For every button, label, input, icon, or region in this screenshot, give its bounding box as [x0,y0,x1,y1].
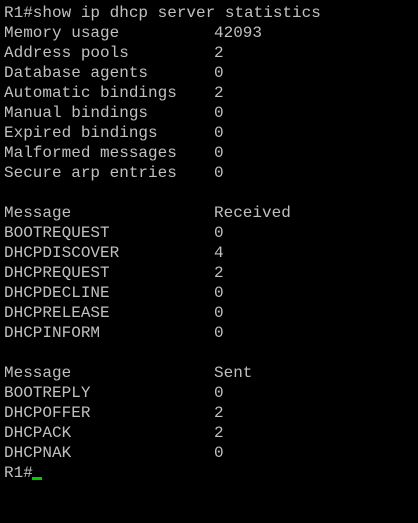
message-column-header: Message [4,364,72,382]
message-count: 0 [214,384,224,402]
received-row: DHCPRELEASE 0 [4,303,418,323]
message-count: 2 [214,404,224,422]
message-count: 4 [214,244,224,262]
prompt-text: R1# [4,464,33,482]
stat-label: Expired bindings [4,124,158,142]
stat-value: 0 [214,164,224,182]
message-count: 2 [214,264,224,282]
message-type: DHCPREQUEST [4,264,110,282]
received-header-row: Message Received [4,203,418,223]
stat-value: 0 [214,144,224,162]
stat-value: 0 [214,104,224,122]
message-type: DHCPOFFER [4,404,91,422]
stat-row: Manual bindings 0 [4,103,418,123]
stat-value: 42093 [214,24,263,42]
message-type: DHCPINFORM [4,324,101,342]
sent-header-row: Message Sent [4,363,418,383]
received-row: DHCPDISCOVER 4 [4,243,418,263]
command-line: R1#show ip dhcp server statistics [4,3,418,23]
message-count: 2 [214,424,224,442]
command-text: R1#show ip dhcp server statistics [4,4,321,22]
prompt-line[interactable]: R1# [4,463,418,483]
stat-row: Secure arp entries 0 [4,163,418,183]
received-row: DHCPDECLINE 0 [4,283,418,303]
terminal-window[interactable]: R1#show ip dhcp server statistics Memory… [0,0,418,484]
message-type: DHCPNAK [4,444,72,462]
message-count: 0 [214,444,224,462]
message-type: DHCPRELEASE [4,304,110,322]
message-count: 0 [214,324,224,342]
stat-row: Address pools 2 [4,43,418,63]
stat-value: 2 [214,84,224,102]
message-column-header: Message [4,204,72,222]
stat-label: Manual bindings [4,104,149,122]
stat-label: Memory usage [4,24,120,42]
stat-row: Database agents 0 [4,63,418,83]
stat-row: Automatic bindings 2 [4,83,418,103]
stat-row: Malformed messages 0 [4,143,418,163]
cursor-icon [32,477,42,480]
stat-row: Memory usage 42093 [4,23,418,43]
sent-column-header: Sent [214,364,253,382]
sent-row: DHCPNAK 0 [4,443,418,463]
message-type: DHCPDECLINE [4,284,110,302]
stat-value: 0 [214,64,224,82]
received-row: DHCPINFORM 0 [4,323,418,343]
stat-value: 0 [214,124,224,142]
stat-label: Secure arp entries [4,164,177,182]
stat-label: Malformed messages [4,144,177,162]
sent-row: DHCPACK 2 [4,423,418,443]
stat-label: Database agents [4,64,149,82]
message-count: 0 [214,224,224,242]
received-row: BOOTREQUEST 0 [4,223,418,243]
message-count: 0 [214,284,224,302]
message-count: 0 [214,304,224,322]
message-type: DHCPACK [4,424,72,442]
received-column-header: Received [214,204,291,222]
message-type: BOOTREQUEST [4,224,110,242]
stat-row: Expired bindings 0 [4,123,418,143]
received-row: DHCPREQUEST 2 [4,263,418,283]
sent-row: BOOTREPLY 0 [4,383,418,403]
stat-label: Address pools [4,44,129,62]
message-type: DHCPDISCOVER [4,244,120,262]
sent-row: DHCPOFFER 2 [4,403,418,423]
message-type: BOOTREPLY [4,384,91,402]
stat-value: 2 [214,44,224,62]
stat-label: Automatic bindings [4,84,177,102]
